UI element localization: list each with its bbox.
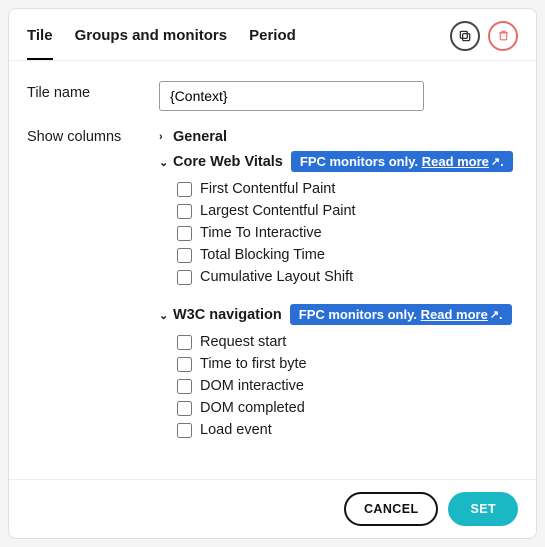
show-columns-row: Show columns › General ⌄ Core Web Vitals… [27, 125, 518, 457]
checkbox-load-event[interactable] [177, 423, 192, 438]
section-cwv-title: Core Web Vitals [173, 154, 283, 170]
label-tbt: Total Blocking Time [200, 247, 325, 263]
label-request-start: Request start [200, 334, 286, 350]
list-item[interactable]: Time To Interactive [177, 222, 518, 244]
checkbox-request-start[interactable] [177, 335, 192, 350]
list-item[interactable]: DOM interactive [177, 375, 518, 397]
badge-text: FPC monitors only. [300, 154, 418, 169]
tab-period[interactable]: Period [249, 19, 296, 60]
tile-name-label: Tile name [27, 81, 159, 101]
tile-name-row: Tile name [27, 81, 518, 111]
section-cwv-header[interactable]: ⌄ Core Web Vitals FPC monitors only. Rea… [159, 151, 518, 172]
cwv-read-more-link[interactable]: Read more [422, 154, 489, 169]
list-item[interactable]: Load event [177, 419, 518, 441]
external-link-icon: ↗ [490, 308, 499, 321]
section-general-header[interactable]: › General [159, 129, 518, 145]
tab-tile[interactable]: Tile [27, 19, 53, 60]
chevron-down-icon: ⌄ [159, 156, 169, 169]
checkbox-tbt[interactable] [177, 248, 192, 263]
label-fcp: First Contentful Paint [200, 181, 335, 197]
checkbox-lcp[interactable] [177, 204, 192, 219]
badge-dot: . [499, 307, 503, 322]
tab-groups-monitors[interactable]: Groups and monitors [75, 19, 228, 60]
list-item[interactable]: Time to first byte [177, 353, 518, 375]
header-actions [450, 21, 518, 59]
list-item[interactable]: Total Blocking Time [177, 244, 518, 266]
checkbox-cls[interactable] [177, 270, 192, 285]
badge-text: FPC monitors only. [299, 307, 417, 322]
section-w3c-header[interactable]: ⌄ W3C navigation FPC monitors only. Read… [159, 304, 518, 325]
badge-dot: . [500, 154, 504, 169]
label-cls: Cumulative Layout Shift [200, 269, 353, 285]
list-item[interactable]: Cumulative Layout Shift [177, 266, 518, 288]
cwv-fpc-badge: FPC monitors only. Read more↗. [291, 151, 513, 172]
tile-settings-card: Tile Groups and monitors Period [8, 8, 537, 539]
content: Tile name Show columns › General ⌄ Core … [9, 61, 536, 479]
cwv-list: First Contentful Paint Largest Contentfu… [159, 178, 518, 288]
section-w3c-title: W3C navigation [173, 307, 282, 323]
list-item[interactable]: DOM completed [177, 397, 518, 419]
checkbox-ttfb[interactable] [177, 357, 192, 372]
external-link-icon: ↗ [491, 155, 500, 168]
duplicate-button[interactable] [450, 21, 480, 51]
checkbox-fcp[interactable] [177, 182, 192, 197]
label-dom-completed: DOM completed [200, 400, 305, 416]
trash-icon [497, 29, 510, 42]
set-button[interactable]: SET [448, 492, 518, 526]
list-item[interactable]: Largest Contentful Paint [177, 200, 518, 222]
checkbox-dom-interactive[interactable] [177, 379, 192, 394]
columns-container: › General ⌄ Core Web Vitals FPC monitors… [159, 125, 518, 457]
delete-button[interactable] [488, 21, 518, 51]
w3c-read-more-link[interactable]: Read more [421, 307, 488, 322]
checkbox-tti[interactable] [177, 226, 192, 241]
chevron-right-icon: › [159, 131, 169, 143]
checkbox-dom-completed[interactable] [177, 401, 192, 416]
tab-bar: Tile Groups and monitors Period [27, 19, 450, 60]
copy-icon [458, 29, 472, 43]
show-columns-label: Show columns [27, 125, 159, 145]
chevron-down-icon: ⌄ [159, 309, 169, 322]
w3c-fpc-badge: FPC monitors only. Read more↗. [290, 304, 512, 325]
list-item[interactable]: First Contentful Paint [177, 178, 518, 200]
w3c-list: Request start Time to first byte DOM int… [159, 331, 518, 441]
label-load-event: Load event [200, 422, 272, 438]
footer: CANCEL SET [9, 479, 536, 538]
label-tti: Time To Interactive [200, 225, 322, 241]
label-lcp: Largest Contentful Paint [200, 203, 356, 219]
cancel-button[interactable]: CANCEL [344, 492, 438, 526]
header: Tile Groups and monitors Period [9, 9, 536, 61]
label-ttfb: Time to first byte [200, 356, 307, 372]
label-dom-interactive: DOM interactive [200, 378, 304, 394]
tile-name-input[interactable] [159, 81, 424, 111]
section-general-title: General [173, 129, 227, 145]
list-item[interactable]: Request start [177, 331, 518, 353]
